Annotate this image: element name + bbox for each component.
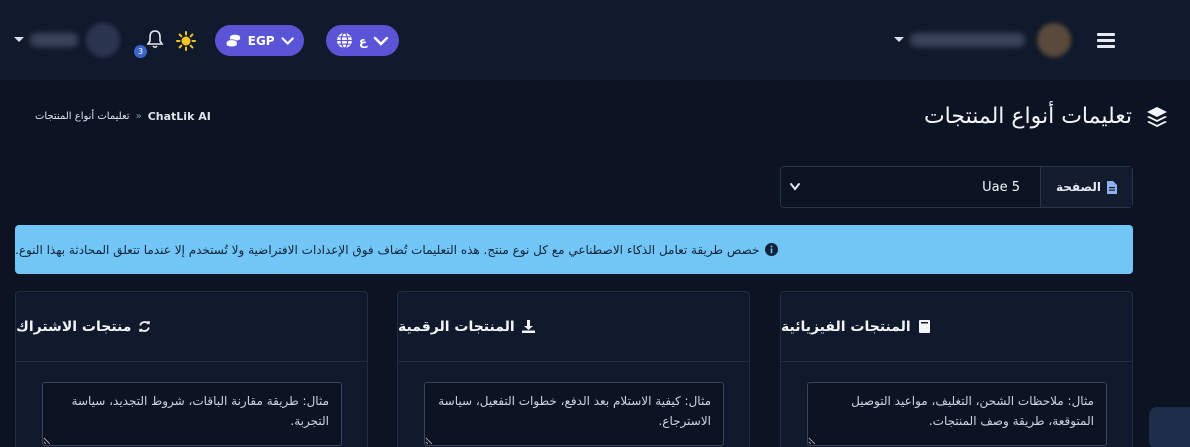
physical-products-instructions-input[interactable] — [807, 382, 1107, 446]
chevron-down-icon — [373, 36, 389, 46]
currency-selector[interactable]: EGP — [215, 25, 304, 56]
language-label: ع — [358, 33, 368, 48]
page-title: تعليمات أنواع المنتجات — [923, 104, 1132, 129]
hamburger-menu-button[interactable] — [1097, 33, 1115, 48]
card-title: منتجات الاشتراك — [16, 318, 132, 335]
page-select[interactable]: Uae 5 — [781, 167, 1040, 207]
globe-icon — [336, 32, 352, 49]
card-digital-products: المنتجات الرقمية — [397, 291, 750, 447]
chevron-down-icon — [790, 183, 800, 191]
coins-icon — [226, 34, 241, 46]
chevron-down-icon — [281, 36, 294, 45]
info-alert: خصص طريقة تعامل الذكاء الاصطناعي مع كل ن… — [15, 225, 1133, 274]
subscription-products-instructions-input[interactable] — [42, 382, 342, 446]
store-avatar[interactable] — [1037, 23, 1071, 57]
card-subscription-products: منتجات الاشتراك — [15, 291, 368, 447]
notification-count-badge: 3 — [134, 45, 147, 58]
breadcrumb-separator: » — [135, 111, 142, 122]
top-navbar: 3 EGP ع — [0, 0, 1190, 80]
card-header: المنتجات الرقمية — [398, 292, 749, 362]
breadcrumb-current: تعليمات أنواع المنتجات — [35, 111, 130, 122]
user-menu-caret[interactable] — [14, 37, 24, 42]
store-menu-caret[interactable] — [894, 37, 904, 42]
currency-label: EGP — [247, 33, 275, 48]
store-name-blurred[interactable] — [910, 33, 1025, 47]
page-select-value: Uae 5 — [982, 179, 1020, 195]
language-selector[interactable]: ع — [326, 25, 399, 56]
file-icon — [1107, 180, 1117, 194]
card-physical-products: المنتجات الفيزيائية — [780, 291, 1133, 447]
bell-icon — [146, 30, 164, 49]
info-icon — [765, 243, 779, 256]
hamburger-icon — [1097, 33, 1115, 48]
digital-products-instructions-input[interactable] — [424, 382, 724, 446]
info-alert-text: خصص طريقة تعامل الذكاء الاصطناعي مع كل ن… — [15, 242, 760, 257]
avatar[interactable] — [86, 23, 120, 57]
download-icon — [521, 320, 535, 333]
notifications-button[interactable] — [146, 29, 164, 49]
card-title: المنتجات الفيزيائية — [781, 318, 911, 335]
user-name-blurred[interactable] — [30, 33, 78, 47]
sync-icon — [139, 321, 151, 332]
chevron-down-icon — [894, 37, 904, 42]
chat-widget-button[interactable] — [1149, 407, 1190, 447]
theme-toggle-button[interactable] — [176, 31, 196, 51]
card-header: منتجات الاشتراك — [16, 292, 367, 362]
page-select-label: الصفحة — [1040, 167, 1132, 207]
page-select-group: Uae 5 الصفحة — [780, 166, 1133, 208]
breadcrumb-home-link[interactable]: ChatLik AI — [148, 110, 211, 123]
chevron-down-icon — [14, 37, 24, 42]
card-title: المنتجات الرقمية — [398, 318, 515, 335]
card-header: المنتجات الفيزيائية — [781, 292, 1132, 362]
sun-icon — [176, 31, 196, 51]
book-icon — [918, 320, 930, 333]
breadcrumb: تعليمات أنواع المنتجات » ChatLik AI — [35, 110, 211, 123]
layers-icon — [1147, 107, 1167, 127]
